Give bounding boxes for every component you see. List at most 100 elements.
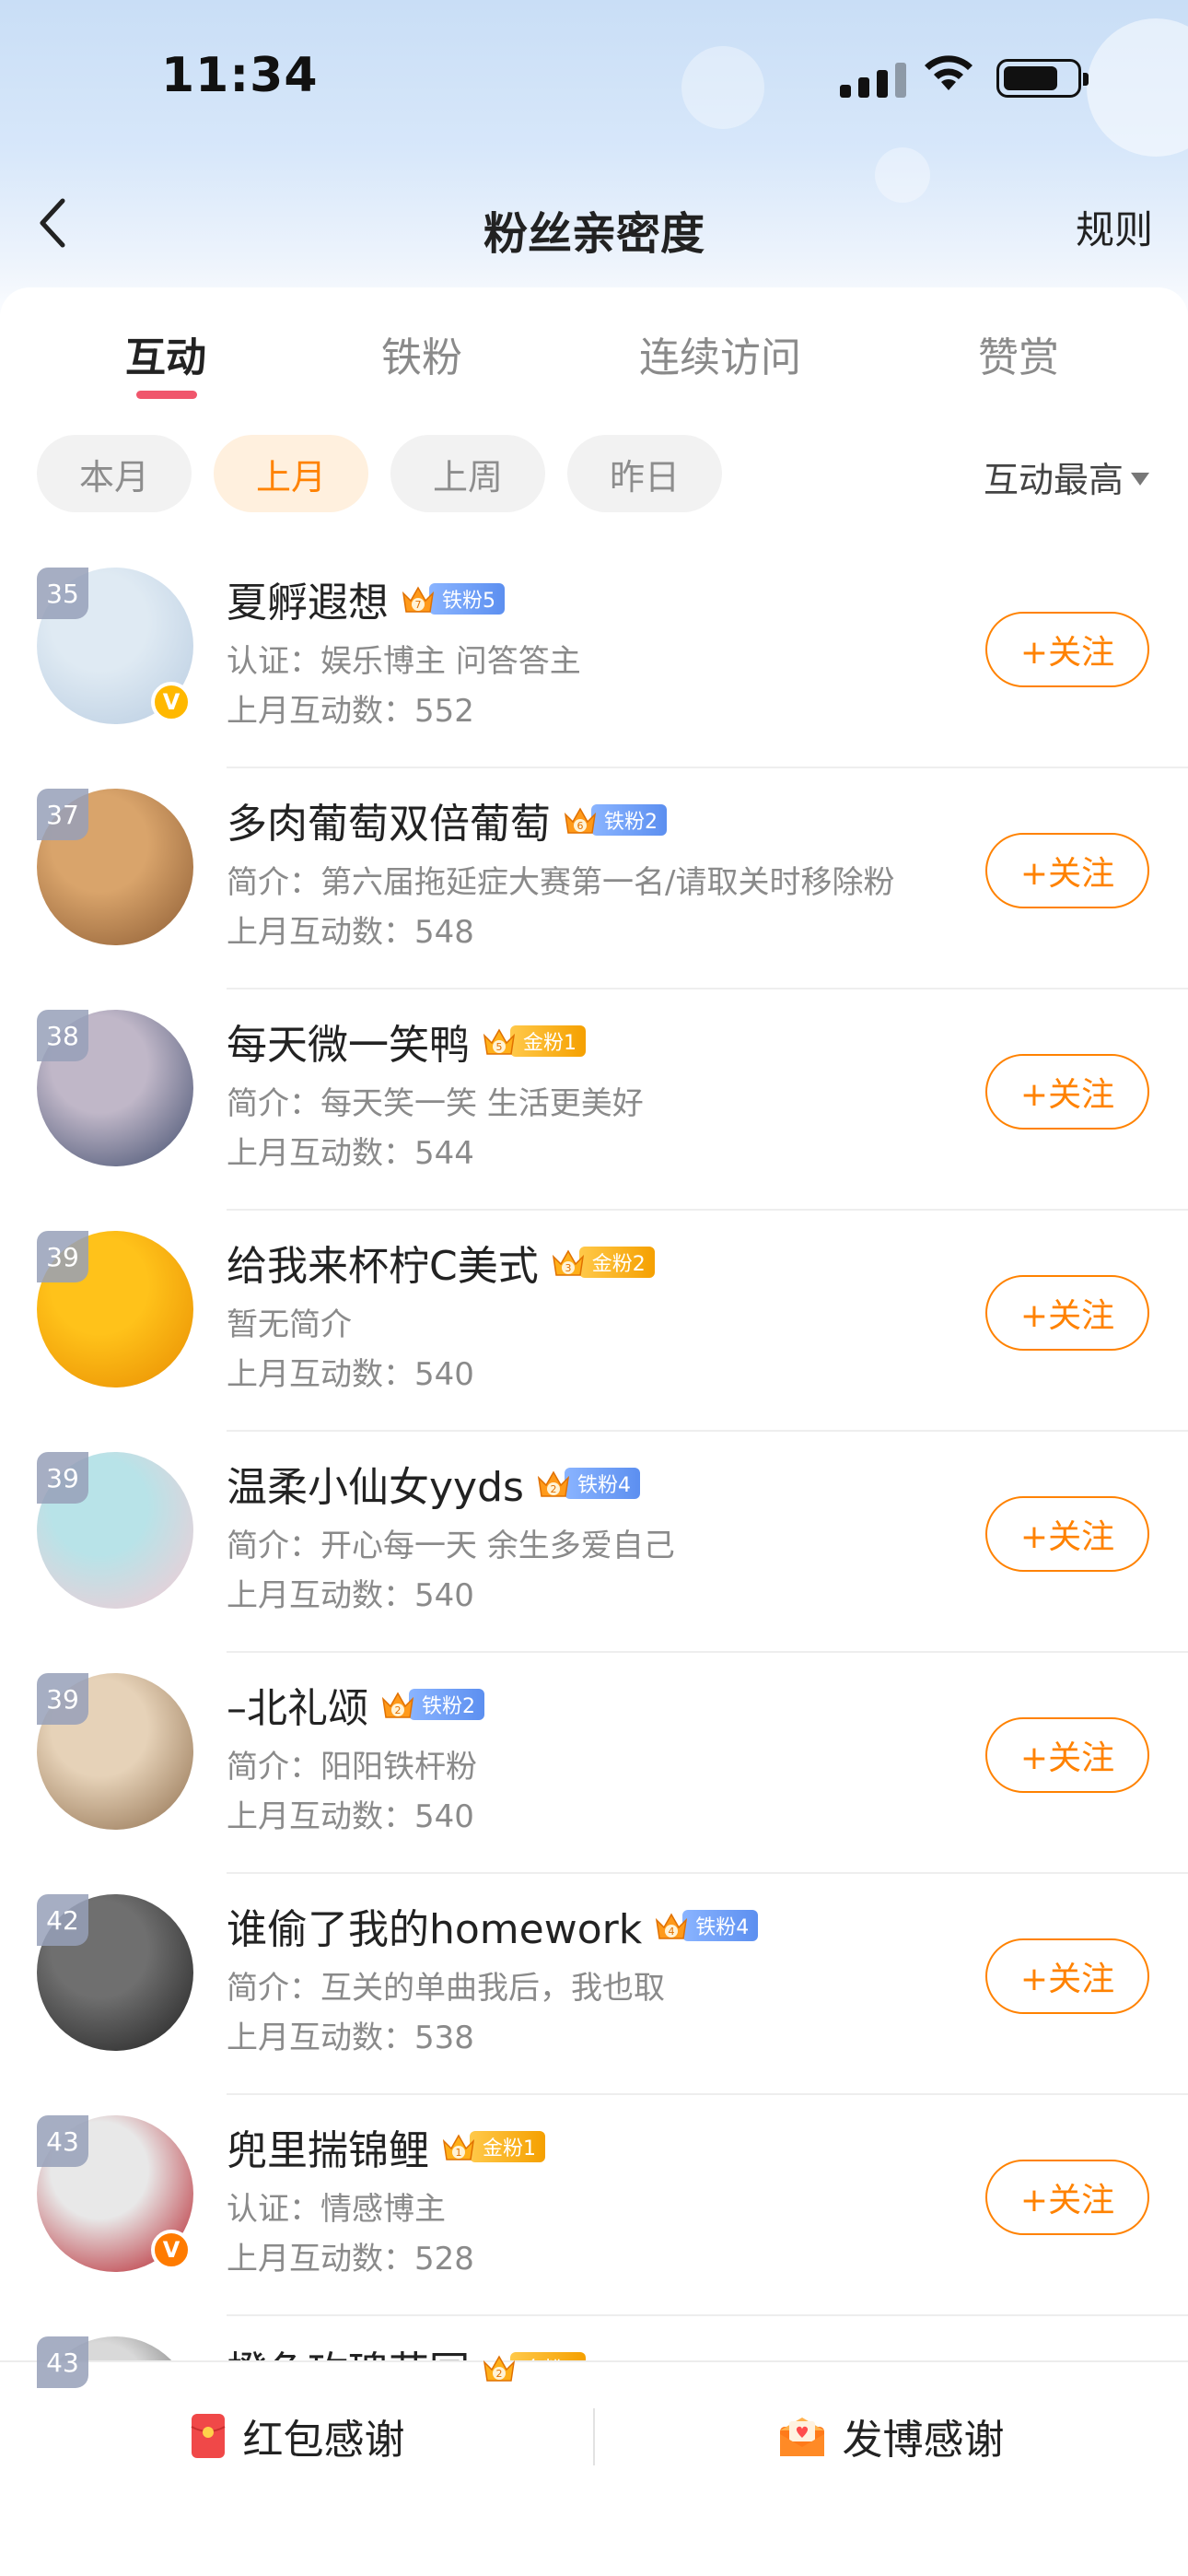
status-time: 11:34 <box>161 48 319 103</box>
follow-button[interactable]: +关注 <box>985 1717 1149 1793</box>
crown-icon: 7 <box>402 586 435 613</box>
tab-iron-fans[interactable]: 铁粉 <box>381 324 462 383</box>
fan-badge-label: 铁粉2 <box>409 1689 484 1720</box>
rank-badge: 39 <box>37 1452 88 1504</box>
fan-row[interactable]: 39 –北礼颂 2 铁粉2 简介：阳阳铁杆粉 上月互动数：540 +关注 <box>0 1653 1188 1874</box>
crown-level: 6 <box>577 820 584 832</box>
follow-button[interactable]: +关注 <box>985 833 1149 908</box>
fan-description: 认证：情感博主 <box>227 2191 446 2228</box>
fan-name[interactable]: 给我来杯柠C美式 <box>227 1233 539 1292</box>
rank-badge: 39 <box>37 1673 88 1725</box>
follow-button[interactable]: +关注 <box>985 1496 1149 1572</box>
name-line: 谁偷了我的homework 4 铁粉4 <box>227 1896 759 1955</box>
rank-badge: 43 <box>37 2115 88 2167</box>
interaction-count: 上月互动数：544 <box>227 1135 474 1172</box>
filter-last-week[interactable]: 上周 <box>390 435 545 512</box>
fan-badge-label: 铁粉4 <box>564 1468 640 1499</box>
fan-badge-label: 铁粉4 <box>682 1910 759 1941</box>
fan-level-badge: 2 铁粉2 <box>379 1686 484 1723</box>
fan-badge-label: 金粉1 <box>510 1025 586 1057</box>
crown-icon: 3 <box>552 1249 584 1276</box>
rank-badge: 39 <box>37 1231 88 1282</box>
fan-row[interactable]: 35 V 夏孵遐想 7 铁粉5 认证：娱乐博主 问答答主 上月互动数：552 +… <box>0 547 1188 768</box>
wifi-icon <box>925 55 973 90</box>
fan-name[interactable]: –北礼颂 <box>227 1675 368 1734</box>
fan-row[interactable]: 37 多肉葡萄双倍葡萄 6 铁粉2 简介：第六届拖延症大赛第一名/请取关时移除粉… <box>0 768 1188 989</box>
battery-icon <box>996 59 1089 98</box>
fan-name[interactable]: 兜里揣锦鲤 <box>227 2117 429 2176</box>
fan-row[interactable]: 42 谁偷了我的homework 4 铁粉4 简介：互关的单曲我后，我也取 上月… <box>0 1874 1188 2095</box>
verified-icon: V <box>151 2230 192 2270</box>
crown-icon: 6 <box>564 807 597 834</box>
interaction-count: 上月互动数：552 <box>227 693 474 730</box>
sort-triangle-icon <box>1131 472 1149 486</box>
name-line: 夏孵遐想 7 铁粉5 <box>227 569 505 628</box>
crown-icon: 2 <box>537 1470 570 1497</box>
interaction-count: 上月互动数：540 <box>227 1356 474 1393</box>
post-thanks-button[interactable]: 发博感谢 <box>594 2362 1188 2510</box>
name-line: 每天微一笑鸭 5 金粉1 <box>227 1012 586 1071</box>
post-thanks-label: 发博感谢 <box>842 2417 1005 2464</box>
name-line: –北礼颂 2 铁粉2 <box>227 1675 484 1734</box>
fan-level-badge: 2 铁粉4 <box>535 1465 640 1502</box>
follow-button[interactable]: +关注 <box>985 2160 1149 2235</box>
fan-description: 简介：第六届拖延症大赛第一名/请取关时移除粉 <box>227 864 895 901</box>
fan-level-badge: 3 金粉2 <box>550 1244 655 1281</box>
fan-description: 简介：互关的单曲我后，我也取 <box>227 1970 665 2007</box>
interaction-count: 上月互动数：538 <box>227 2020 474 2056</box>
red-packet-thanks-label: 红包感谢 <box>242 2417 405 2464</box>
follow-button[interactable]: +关注 <box>985 612 1149 687</box>
tab-interaction[interactable]: 互动 <box>125 324 206 383</box>
crown-icon: 5 <box>483 1028 516 1055</box>
crown-icon: 2 <box>483 2355 516 2382</box>
filter-this-month[interactable]: 本月 <box>37 435 192 512</box>
crown-level: 3 <box>565 1262 571 1274</box>
name-line: 兜里揣锦鲤 1 金粉1 <box>227 2117 545 2176</box>
fan-row[interactable]: 39 给我来杯柠C美式 3 金粉2 暂无简介 上月互动数：540 +关注 <box>0 1211 1188 1432</box>
fan-description: 简介：开心每一天 余生多爱自己 <box>227 1528 675 1564</box>
follow-button[interactable]: +关注 <box>985 1054 1149 1130</box>
fan-name[interactable]: 每天微一笑鸭 <box>227 1012 470 1071</box>
interaction-count: 上月互动数：540 <box>227 1798 474 1835</box>
name-line: 温柔小仙女yyds 2 铁粉4 <box>227 1454 640 1513</box>
crown-level: 2 <box>496 2368 503 2380</box>
name-line: 给我来杯柠C美式 3 金粉2 <box>227 1233 655 1292</box>
fan-level-badge: 1 金粉1 <box>440 2128 545 2165</box>
follow-button[interactable]: +关注 <box>985 1938 1149 2014</box>
crown-level: 2 <box>550 1483 556 1495</box>
tab-rewards[interactable]: 赞赏 <box>978 324 1059 383</box>
fan-name[interactable]: 谁偷了我的homework <box>227 1896 642 1955</box>
crown-icon: 2 <box>381 1692 414 1718</box>
name-line: 多肉葡萄双倍葡萄 6 铁粉2 <box>227 790 667 849</box>
signal-icon <box>840 63 906 98</box>
red-packet-icon <box>191 2414 225 2458</box>
filter-yesterday[interactable]: 昨日 <box>567 435 722 512</box>
crown-icon: 4 <box>656 1913 688 1939</box>
sort-dropdown[interactable]: 互动最高 <box>984 451 1149 502</box>
fan-badge-label: 铁粉2 <box>591 804 667 836</box>
filter-last-month[interactable]: 上月 <box>214 435 368 512</box>
bottom-action-bar: 红包感谢 发博感谢 <box>0 2360 1188 2576</box>
fan-name[interactable]: 夏孵遐想 <box>227 569 389 628</box>
fan-level-badge: 6 铁粉2 <box>562 802 667 838</box>
fan-row[interactable]: 38 每天微一笑鸭 5 金粉1 简介：每天笑一笑 生活更美好 上月互动数：544… <box>0 989 1188 1211</box>
fan-description: 认证：娱乐博主 问答答主 <box>227 643 581 680</box>
fan-name[interactable]: 温柔小仙女yyds <box>227 1454 524 1513</box>
page-title: 粉丝亲密度 <box>483 208 705 260</box>
fan-row[interactable]: 39 温柔小仙女yyds 2 铁粉4 简介：开心每一天 余生多爱自己 上月互动数… <box>0 1432 1188 1653</box>
time-filter-bar: 本月 上月 上周 昨日 互动最高 <box>0 435 1188 518</box>
tab-consecutive-visits[interactable]: 连续访问 <box>639 324 801 383</box>
verified-icon: V <box>151 682 192 722</box>
status-bar: 11:34 <box>0 0 1188 157</box>
active-tab-indicator <box>136 391 197 399</box>
fan-level-badge: 5 金粉1 <box>481 1023 586 1060</box>
crown-level: 7 <box>415 599 422 611</box>
rules-button[interactable]: 规则 <box>1076 199 1153 255</box>
interaction-count: 上月互动数：528 <box>227 2241 474 2277</box>
rank-badge: 37 <box>37 789 88 840</box>
rank-badge: 35 <box>37 568 88 619</box>
crown-level: 1 <box>456 2147 462 2159</box>
fan-name[interactable]: 多肉葡萄双倍葡萄 <box>227 790 551 849</box>
fan-row[interactable]: 43 V 兜里揣锦鲤 1 金粉1 认证：情感博主 上月互动数：528 +关注 <box>0 2095 1188 2316</box>
follow-button[interactable]: +关注 <box>985 1275 1149 1351</box>
